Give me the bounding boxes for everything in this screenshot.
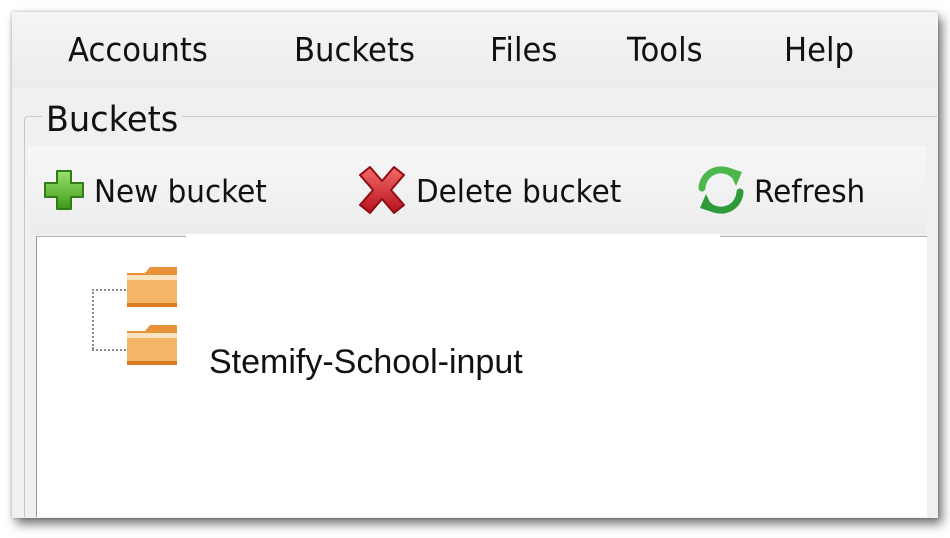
menu-buckets[interactable]: Buckets — [294, 30, 415, 69]
tree-node-label: Stemify-School-input — [209, 343, 523, 381]
delete-bucket-button[interactable]: Delete bucket — [354, 146, 664, 234]
menu-accounts[interactable]: Accounts — [68, 30, 208, 69]
menu-tools[interactable]: Tools — [627, 30, 703, 69]
tree-node[interactable] — [125, 263, 245, 309]
menu-files[interactable]: Files — [490, 30, 557, 69]
tree-connector-horizontal — [92, 289, 126, 291]
new-bucket-button[interactable]: New bucket — [42, 146, 332, 234]
new-bucket-label: New bucket — [94, 174, 267, 210]
refresh-label: Refresh — [754, 174, 866, 210]
tree-connector-horizontal — [92, 349, 126, 351]
delete-bucket-label: Delete bucket — [416, 174, 622, 210]
red-x-icon — [359, 166, 405, 214]
tree-connector-vertical — [92, 289, 94, 349]
refresh-icon — [698, 166, 744, 214]
tree-header-gap — [186, 234, 720, 238]
folder-icon — [127, 325, 177, 365]
buckets-group-label: Buckets — [42, 100, 183, 140]
buckets-toolbar: New bucket Delete bucket Refresh — [28, 146, 926, 234]
tree-node-stemify-school-input[interactable]: Stemify-School-input — [125, 321, 645, 381]
refresh-button[interactable]: Refresh — [694, 146, 914, 234]
menu-help[interactable]: Help — [784, 30, 854, 69]
bucket-tree[interactable]: Stemify-School-input — [36, 236, 927, 517]
folder-icon — [127, 267, 177, 307]
plus-icon — [44, 170, 84, 210]
menu-bar: Accounts Buckets Files Tools Help — [12, 12, 938, 88]
